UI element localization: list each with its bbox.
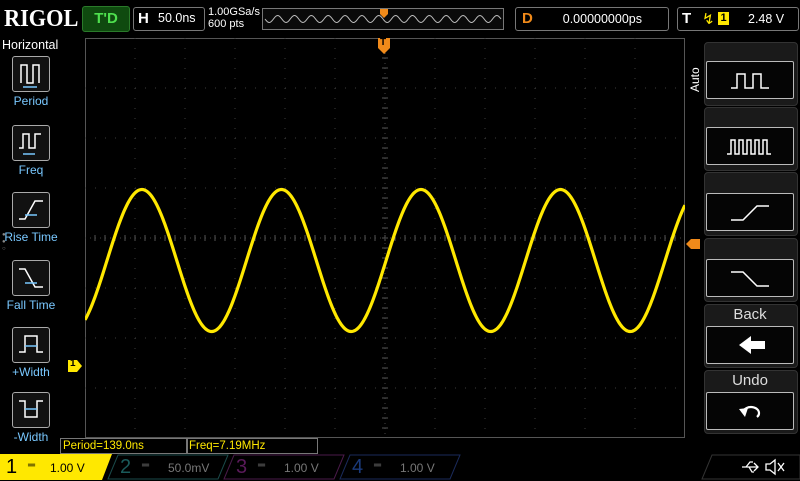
fall-time-icon <box>12 260 50 296</box>
menu-item-positive-width[interactable]: +Width <box>0 327 62 391</box>
delay-value: 0.00000000ps <box>562 12 642 26</box>
rise-time-button[interactable] <box>706 193 794 231</box>
ch1-offset-marker[interactable]: 1 <box>68 358 82 372</box>
channel-3-scale: 1.00 V <box>284 461 319 475</box>
frequency-measurement: Freq=7.19MHz <box>186 438 318 454</box>
channel-1-scale: 1.00 V <box>50 461 85 475</box>
menu-item-label: -Width <box>13 430 49 444</box>
freq-measure-button[interactable] <box>706 127 794 165</box>
delay-label: D <box>522 10 533 27</box>
negative-width-icon <box>12 392 50 428</box>
back-arrow-icon <box>739 336 765 354</box>
waveform-display[interactable] <box>83 37 687 438</box>
menu-item-label: Freq <box>18 163 44 177</box>
rising-edge-icon: ↯ <box>702 11 715 28</box>
menu-item-negative-width[interactable]: -Width <box>0 392 62 456</box>
trigger-box[interactable]: T ↯ 1 2.48 V <box>677 7 799 31</box>
channel-4-number: 4 <box>352 456 364 478</box>
trigger-level-value: 2.48 V <box>748 12 785 26</box>
period-icon <box>12 56 50 92</box>
trigger-marker-label: T <box>380 37 387 48</box>
trigger-mode-label: Auto <box>688 67 702 92</box>
channel-1-number: 1 <box>6 456 18 478</box>
fall-time-button[interactable] <box>706 259 794 297</box>
channel-4-tab[interactable]: 4 ═ 1.00 V <box>352 456 452 478</box>
rise-time-icon <box>12 192 50 228</box>
usb-icon <box>740 458 762 476</box>
timebase-value: 50.0ns <box>158 11 196 25</box>
menu-item-label: Rise Time <box>4 230 58 244</box>
ch1-waveform-trace <box>83 187 687 334</box>
dc-coupling-icon: ═ <box>142 460 150 471</box>
channel-1-tab[interactable]: 1 ═ 1.00 V <box>6 456 106 478</box>
channel-2-tab[interactable]: 2 ═ 50.0mV <box>120 456 220 478</box>
dc-coupling-icon: ═ <box>374 460 382 471</box>
menu-item-fall-time[interactable]: Fall Time <box>0 260 62 324</box>
trigger-status-badge: T'D <box>82 6 130 32</box>
period-measure-button[interactable] <box>706 61 794 99</box>
channel-3-number: 3 <box>236 456 248 478</box>
top-status-bar: RIGOL T'D H 50.0ns 1.00GSa/s 600 pts D 0… <box>0 0 800 36</box>
channel-2-scale: 50.0mV <box>168 461 210 475</box>
undo-button[interactable] <box>706 392 794 430</box>
menu-item-label: +Width <box>12 365 50 379</box>
speaker-muted-icon[interactable] <box>764 458 786 476</box>
back-button[interactable] <box>706 326 794 364</box>
sample-info: 1.00GSa/s 600 pts <box>208 6 260 30</box>
positive-width-icon <box>12 327 50 363</box>
menu-item-label: Fall Time <box>6 298 56 312</box>
undo-label: Undo <box>732 372 768 389</box>
channel-2-number: 2 <box>120 456 132 478</box>
horizontal-timebase-box[interactable]: H 50.0ns <box>133 7 205 31</box>
horizontal-label: H <box>138 10 149 27</box>
horizontal-measure-menu: Horizontal Period Freq ● ● ○ Rise Time Fal… <box>0 36 62 456</box>
delay-box[interactable]: D 0.00000000ps <box>515 7 669 31</box>
channel-4-scale: 1.00 V <box>400 461 435 475</box>
rigol-logo: RIGOL <box>4 6 79 32</box>
menu-title: Horizontal <box>2 38 59 52</box>
back-label: Back <box>733 306 767 323</box>
menu-item-label: Period <box>13 94 49 108</box>
frequency-icon <box>12 125 50 161</box>
menu-item-period[interactable]: Period <box>0 56 62 120</box>
menu-item-freq[interactable]: Freq <box>0 125 62 189</box>
trigger-position-marker[interactable]: T <box>378 37 390 54</box>
period-measurement: Period=139.0ns <box>60 438 188 454</box>
trigger-level-marker[interactable] <box>686 236 700 249</box>
ch1-marker-label: 1 <box>70 358 76 369</box>
dc-coupling-icon: ═ <box>28 460 36 471</box>
memory-depth: 600 pts <box>208 18 245 30</box>
sample-rate: 1.00GSa/s <box>208 6 260 18</box>
memory-overview-bar <box>262 8 504 30</box>
trigger-label: T <box>682 10 692 27</box>
undo-icon <box>739 405 761 418</box>
channel-3-tab[interactable]: 3 ═ 1.00 V <box>236 456 336 478</box>
trigger-source-badge: 1 <box>718 12 729 25</box>
dc-coupling-icon: ═ <box>258 460 266 471</box>
menu-item-rise-time[interactable]: Rise Time <box>0 192 62 256</box>
